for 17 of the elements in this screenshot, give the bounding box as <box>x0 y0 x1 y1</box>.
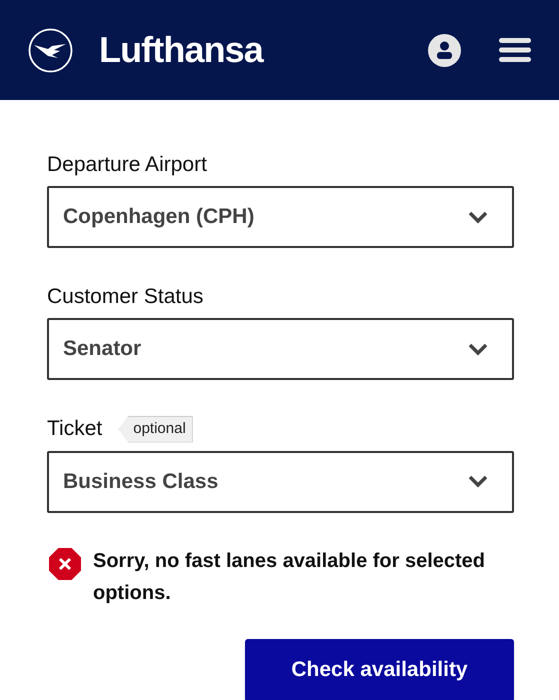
field-label: Departure Airport <box>47 152 207 178</box>
chevron-down-icon <box>468 475 488 488</box>
dropdown-field[interactable]: Business Class <box>47 450 514 512</box>
optional-tag: optional <box>118 416 193 442</box>
error-message: Sorry, no fast lanes available for selected options. <box>93 548 486 606</box>
dropdown-field[interactable]: Copenhagen (CPH) <box>47 186 514 248</box>
check-availability-button[interactable]: Check availability <box>245 638 514 700</box>
crane-logo-icon <box>28 28 73 72</box>
chevron-down-icon <box>468 342 488 356</box>
error-icon <box>49 548 81 580</box>
field-label: Ticket <box>47 416 102 442</box>
chevron-down-icon <box>468 210 488 224</box>
brand-name: Lufthansa <box>99 28 263 72</box>
dropdown-field[interactable]: Senator <box>47 318 514 380</box>
field-label: Customer Status <box>47 284 204 310</box>
account-icon[interactable] <box>428 34 461 66</box>
menu-icon[interactable] <box>499 37 531 63</box>
